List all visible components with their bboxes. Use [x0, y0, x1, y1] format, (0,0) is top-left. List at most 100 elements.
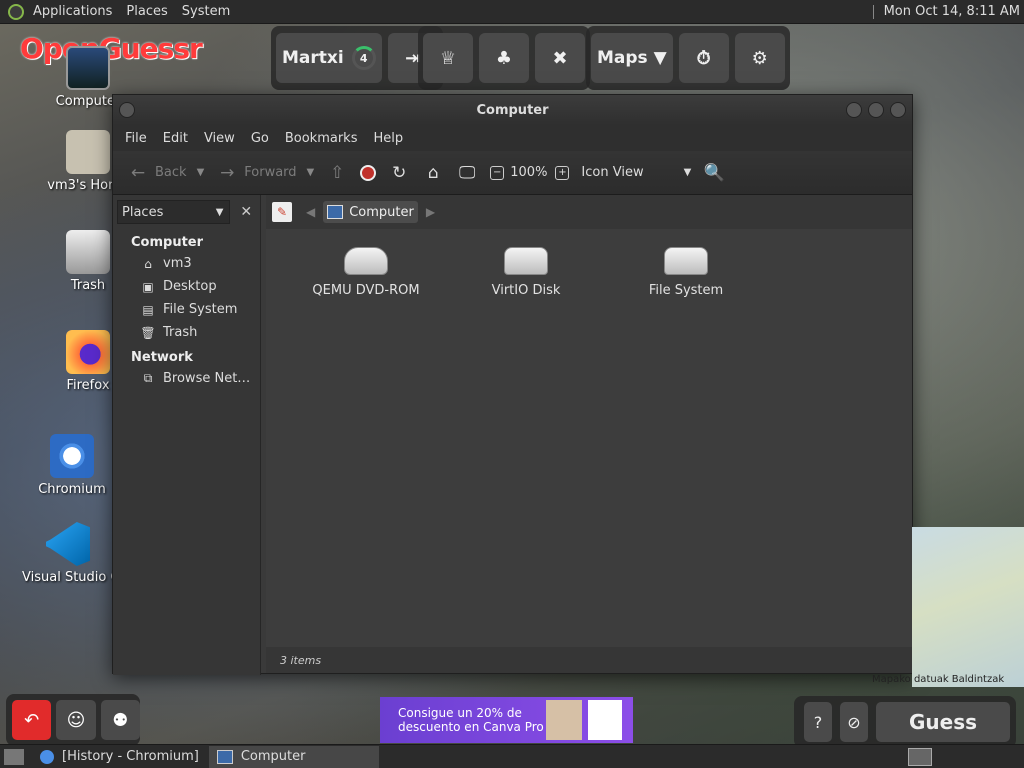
close-button[interactable] — [890, 102, 906, 118]
menu-edit[interactable]: Edit — [155, 131, 196, 146]
hard-disk-icon — [504, 247, 548, 275]
mode-toolbar: ♕ ♣ ✖ — [418, 26, 590, 90]
sidebar-type-select[interactable]: Places ▼ — [117, 200, 231, 224]
menu-file[interactable]: File — [117, 131, 155, 146]
drive-icon: ▤ — [142, 302, 154, 317]
help-button[interactable]: ? — [804, 702, 832, 742]
path-right-arrow-icon[interactable]: ▶ — [426, 205, 435, 219]
status-text: 3 items — [280, 653, 322, 667]
menu-bookmarks[interactable]: Bookmarks — [277, 131, 366, 146]
window-titlebar[interactable]: Computer — [113, 95, 912, 125]
file-item-virtio-disk[interactable]: VirtIO Disk — [446, 243, 606, 298]
ad-text: Consigue un 20% de descuento en Canva Pr… — [398, 706, 544, 734]
view-mode-select[interactable]: Icon View ▼ — [575, 158, 697, 188]
clock-text[interactable]: Mon Oct 14, 8:11 AM — [884, 4, 1020, 19]
settings-icon[interactable]: ⚙ — [734, 33, 785, 83]
home-button[interactable]: ⌂ — [416, 158, 450, 188]
maps-button[interactable]: Maps ▼ — [591, 33, 673, 83]
mint-menu-icon[interactable] — [8, 3, 24, 20]
ad-brand-logo — [588, 700, 622, 740]
reload-button[interactable]: ↻ — [382, 158, 416, 188]
menu-applications[interactable]: Applications — [26, 4, 119, 19]
menu-places[interactable]: Places — [119, 4, 174, 19]
guess-button[interactable]: Guess — [876, 702, 1010, 742]
desktop-icon-label: Visual Studio Code — [22, 570, 114, 585]
up-arrow-icon: ⇧ — [330, 162, 345, 183]
edit-location-icon[interactable]: ✎ — [272, 202, 292, 222]
ad-image — [546, 700, 582, 740]
close-sidebar-icon[interactable]: ✕ — [236, 201, 256, 223]
joystick-icon[interactable]: ♕ — [423, 33, 473, 83]
sidebar: Places ▼ ✕ Computer ⌂ vm3 ▣ Desktop ▤ Fi… — [113, 195, 261, 675]
back-history-dropdown[interactable]: ▼ — [197, 167, 205, 178]
zoom-out-icon[interactable]: − — [490, 165, 505, 180]
home-icon: ⌂ — [427, 162, 439, 183]
advertisement[interactable]: Consigue un 20% de descuento en Canva Pr… — [380, 697, 633, 743]
stop-button[interactable] — [354, 158, 382, 188]
hard-disk-icon — [664, 247, 708, 275]
menubar: File Edit View Go Bookmarks Help — [113, 125, 912, 151]
breadcrumb-computer[interactable]: Computer — [323, 201, 418, 223]
search-button[interactable]: 🔍 — [697, 158, 731, 188]
zoom-level: 100% — [510, 165, 548, 180]
file-item-qemu-dvd-rom[interactable]: QEMU DVD-ROM — [286, 243, 446, 298]
computer-button[interactable]: 🖵 — [450, 158, 484, 188]
user-toolbar: Martxi 4 ⇥ — [271, 26, 443, 90]
game-bottom-left-controls: ↶ ☺ ⚉ — [6, 694, 140, 746]
menu-system[interactable]: System — [175, 4, 237, 19]
top-panel: Applications Places System Mon Oct 14, 8… — [0, 0, 1024, 24]
sidebar-item-desktop[interactable]: ▣ Desktop — [113, 275, 260, 298]
desktop-icon-vscode[interactable]: Visual Studio Code — [22, 522, 114, 585]
guess-panel: ? ⊘ Guess — [794, 696, 1016, 748]
reddit-icon[interactable]: ⚉ — [100, 700, 140, 740]
battle-icon[interactable]: ✖ — [535, 33, 585, 83]
skip-icon[interactable]: ⊘ — [840, 702, 868, 742]
user-button[interactable]: Martxi 4 — [276, 33, 382, 83]
task-computer[interactable]: Computer — [208, 745, 379, 768]
computer-icon: 🖵 — [459, 162, 476, 183]
file-grid: QEMU DVD-ROM VirtIO Disk File System — [266, 229, 912, 298]
forward-button[interactable]: → Forward ▼ — [210, 158, 320, 188]
timer-icon[interactable]: ⏱ — [678, 33, 729, 83]
friends-icon[interactable]: ♣ — [479, 33, 529, 83]
file-item-file-system[interactable]: File System — [606, 243, 766, 298]
guess-map[interactable]: Mapako datuak Baldintzak — [872, 527, 1024, 687]
desktop-icon-chromium[interactable]: Chromium — [22, 434, 122, 497]
minimize-button[interactable] — [846, 102, 862, 118]
sidebar-section-network: Network — [131, 350, 193, 365]
home-folder-icon — [66, 130, 110, 174]
forward-arrow-icon: → — [220, 162, 235, 183]
menu-help[interactable]: Help — [365, 131, 411, 146]
map-attribution[interactable]: Mapako datuak Baldintzak — [872, 674, 1004, 685]
back-button[interactable]: ← Back ▼ — [121, 158, 210, 188]
sidebar-item-trash[interactable]: 🗑 Trash — [113, 321, 260, 344]
path-bar: ✎ ◀ Computer ▶ — [266, 195, 912, 229]
desktop-icon-label: Chromium — [38, 482, 106, 497]
network-icon: ⧉ — [143, 371, 153, 385]
user-name: Martxi — [282, 48, 344, 68]
computer-icon — [216, 749, 233, 764]
window-menu-icon[interactable] — [119, 102, 135, 118]
sidebar-item-browse-network[interactable]: ⧉ Browse Net… — [113, 367, 260, 390]
clock[interactable]: Mon Oct 14, 8:11 AM — [872, 4, 1024, 19]
menu-view[interactable]: View — [196, 131, 243, 146]
menu-go[interactable]: Go — [243, 131, 277, 146]
up-button[interactable]: ⇧ — [320, 158, 354, 188]
maximize-button[interactable] — [868, 102, 884, 118]
task-chromium[interactable]: [History - Chromium] — [32, 746, 207, 768]
path-left-arrow-icon[interactable]: ◀ — [306, 205, 315, 219]
zoom-in-icon[interactable]: + — [555, 165, 570, 180]
workspace-switcher[interactable] — [908, 747, 932, 766]
chevron-down-icon: ▼ — [215, 206, 224, 218]
exit-icon[interactable]: ↶ — [12, 700, 52, 740]
show-desktop-icon[interactable] — [4, 748, 24, 765]
discord-icon[interactable]: ☺ — [56, 700, 96, 740]
vscode-icon — [46, 522, 90, 566]
chromium-icon — [40, 749, 54, 764]
sidebar-item-file-system[interactable]: ▤ File System — [113, 298, 260, 321]
computer-icon — [327, 205, 344, 219]
reload-icon: ↻ — [392, 162, 407, 183]
sidebar-item-vm3[interactable]: ⌂ vm3 — [113, 252, 260, 275]
forward-history-dropdown[interactable]: ▼ — [307, 167, 315, 178]
chevron-down-icon: ▼ — [683, 167, 692, 178]
